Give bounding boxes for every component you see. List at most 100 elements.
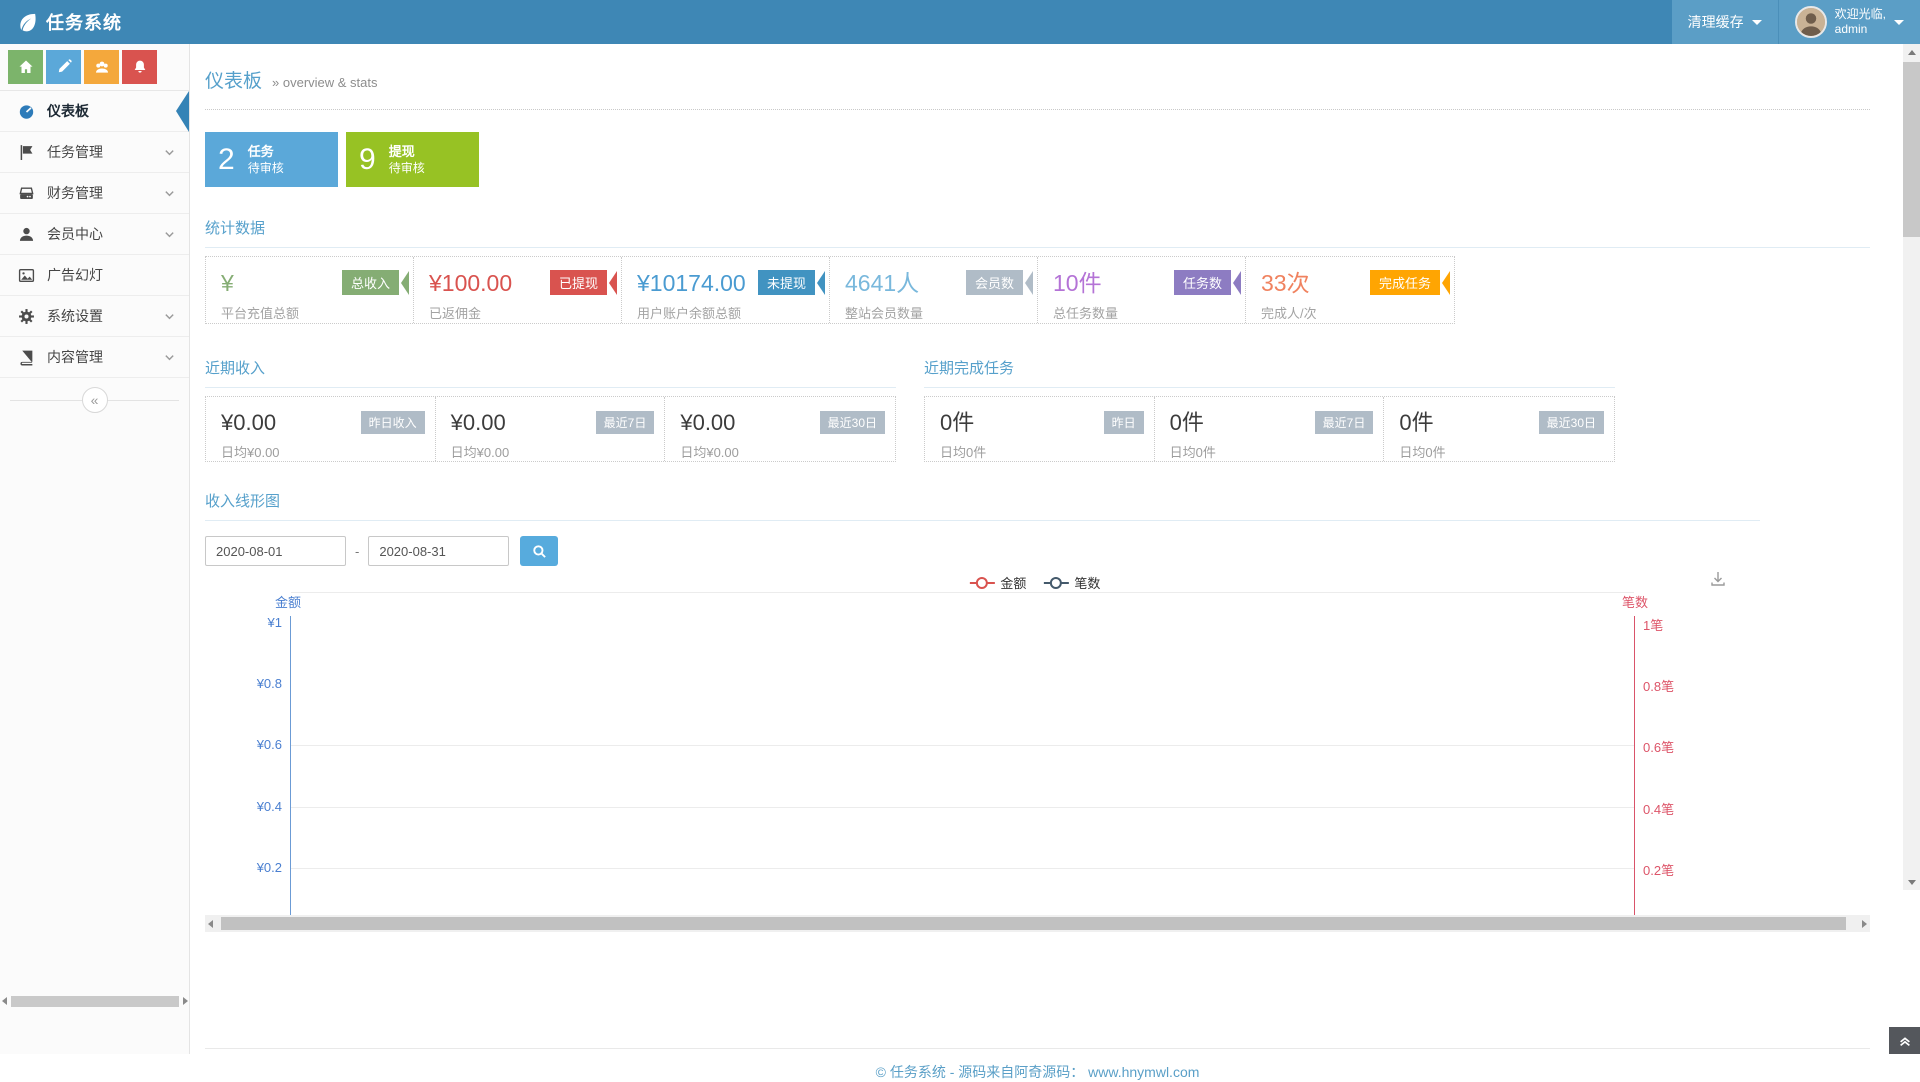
clear-cache-button[interactable]: 清理缓存	[1672, 0, 1778, 44]
ribbon-tail	[609, 271, 617, 295]
recent-tasks-title: 近期完成任务	[924, 357, 1615, 388]
stat-not-withdrawn: ¥10174.00 未提现 用户账户余额总额	[622, 257, 830, 323]
chevron-down-icon	[164, 311, 175, 322]
income-box-yesterday: ¥0.00 昨日收入 日均¥0.00	[206, 397, 436, 461]
box-badge: 昨日收入	[361, 411, 425, 434]
right-axis-tick: 0.6笔	[1643, 737, 1713, 756]
chart-horizontal-scrollbar[interactable]	[205, 915, 1870, 932]
box-sub: 日均0件	[940, 442, 1144, 461]
ribbon-tail	[1233, 271, 1241, 295]
sidebar-item-settings[interactable]: 系统设置	[0, 296, 189, 337]
sidebar-item-finance[interactable]: 财务管理	[0, 173, 189, 214]
box-sub: 日均¥0.00	[451, 442, 655, 461]
sidebar-horizontal-scrollbar[interactable]	[0, 993, 190, 1009]
box-badge: 昨日	[1104, 411, 1144, 434]
footer-text[interactable]: © 任务系统 - 源码来自阿奇源码： www.hnymwl.com	[876, 1064, 1200, 1080]
date-to-input[interactable]	[368, 536, 509, 566]
box-badge: 最近7日	[1315, 411, 1374, 434]
clear-cache-label: 清理缓存	[1688, 12, 1744, 32]
recent-income-title: 近期收入	[205, 357, 896, 388]
gridline	[291, 745, 1634, 746]
caret-down-icon	[1894, 20, 1904, 25]
home-icon	[18, 59, 34, 75]
scroll-up-button[interactable]	[1903, 44, 1920, 60]
ribbon-badge: 总收入	[342, 270, 409, 295]
sidebar-item-content[interactable]: 内容管理	[0, 337, 189, 378]
ribbon-badge: 会员数	[966, 270, 1033, 295]
chart-legend: 金额 笔数	[969, 573, 1100, 592]
sidebar-item-label: 广告幻灯	[47, 265, 103, 285]
ad-image-icon	[18, 267, 35, 284]
leaf-icon	[17, 12, 37, 32]
pending-withdrawals-card[interactable]: 9 提现 待审核	[346, 132, 479, 187]
active-item-arrow	[176, 91, 189, 132]
box-badge: 最近30日	[820, 411, 885, 434]
sidebar-collapse-button[interactable]: «	[82, 387, 108, 413]
ribbon-badge: 已提现	[550, 270, 617, 295]
left-axis-tick: ¥0.2	[205, 860, 282, 875]
members-shortcut-button[interactable]	[84, 50, 119, 84]
stat-withdrawn: ¥100.00 已提现 已返佣金	[414, 257, 622, 323]
scrollbar-thumb[interactable]	[1903, 62, 1920, 237]
tasks-box-30days: 0件 最近30日 日均0件	[1384, 397, 1614, 461]
scroll-right-arrow-icon[interactable]	[1862, 920, 1867, 928]
box-sub: 日均0件	[1170, 442, 1374, 461]
legend-item-count[interactable]: 笔数	[1043, 573, 1100, 592]
sidebar-item-tasks[interactable]: 任务管理	[0, 132, 189, 173]
card-title: 提现	[389, 143, 425, 160]
app-logo[interactable]: 任务系统	[0, 0, 190, 44]
sidebar-item-dashboard[interactable]: 仪表板	[0, 91, 189, 132]
search-icon	[532, 544, 547, 559]
breadcrumb-path: » overview & stats	[272, 75, 378, 90]
date-from-input[interactable]	[205, 536, 346, 566]
edit-shortcut-button[interactable]	[46, 50, 81, 84]
stat-tasks: 10件 任务数 总任务数量	[1038, 257, 1246, 323]
scroll-left-arrow-icon[interactable]	[2, 997, 7, 1005]
left-y-axis-line	[290, 616, 291, 915]
users-icon	[94, 59, 110, 75]
right-axis-tick: 0.8笔	[1643, 676, 1713, 695]
box-sub: 日均¥0.00	[221, 442, 425, 461]
user-menu-button[interactable]: 欢迎光临, admin	[1779, 0, 1920, 44]
vertical-scrollbar[interactable]	[1903, 44, 1920, 890]
finance-drive-icon	[18, 185, 35, 202]
flag-icon	[18, 144, 35, 161]
stat-label: 整站会员数量	[845, 303, 1027, 322]
double-chevron-up-icon	[1898, 1034, 1912, 1048]
income-box-7days: ¥0.00 最近7日 日均¥0.00	[436, 397, 666, 461]
sidebar-item-label: 会员中心	[47, 224, 103, 244]
back-to-top-button[interactable]	[1889, 1027, 1920, 1054]
scroll-left-arrow-icon[interactable]	[208, 920, 213, 928]
legend-item-amount[interactable]: 金额	[969, 573, 1026, 592]
left-axis-tick: ¥0.4	[205, 799, 282, 814]
settings-gear-icon	[18, 308, 35, 325]
home-shortcut-button[interactable]	[8, 50, 43, 84]
tasks-box-yesterday: 0件 昨日 日均0件	[925, 397, 1155, 461]
sidebar-item-members[interactable]: 会员中心	[0, 214, 189, 255]
sidebar: 仪表板 任务管理 财务管理 会员中心 广告幻灯 系统设置	[0, 44, 190, 1054]
box-badge: 最近30日	[1539, 411, 1604, 434]
dashboard-gauge-icon	[18, 103, 35, 120]
chart-download-icon[interactable]	[1709, 570, 1727, 593]
member-user-icon	[18, 226, 35, 243]
box-sub: 日均0件	[1399, 442, 1604, 461]
sidebar-item-ads[interactable]: 广告幻灯	[0, 255, 189, 296]
scrollbar-thumb[interactable]	[11, 996, 179, 1007]
notifications-shortcut-button[interactable]	[122, 50, 157, 84]
scroll-down-button[interactable]	[1903, 874, 1920, 890]
pending-tasks-card[interactable]: 2 任务 待审核	[205, 132, 338, 187]
footer: © 任务系统 - 源码来自阿奇源码： www.hnymwl.com	[205, 1048, 1870, 1082]
right-axis-title: 笔数	[1605, 592, 1665, 611]
scroll-right-arrow-icon[interactable]	[183, 997, 188, 1005]
sidebar-shortcuts	[0, 44, 189, 91]
ribbon-tail	[817, 271, 825, 295]
gridline	[291, 592, 1634, 593]
scrollbar-thumb[interactable]	[221, 917, 1846, 930]
welcome-text: 欢迎光临,	[1835, 7, 1886, 21]
bell-icon	[132, 59, 148, 75]
right-axis-tick: 0.2笔	[1643, 860, 1713, 879]
gridline	[291, 868, 1634, 869]
chart-search-button[interactable]	[520, 536, 558, 566]
breadcrumb-current[interactable]: 仪表板	[205, 66, 262, 93]
sidebar-item-label: 财务管理	[47, 183, 103, 203]
